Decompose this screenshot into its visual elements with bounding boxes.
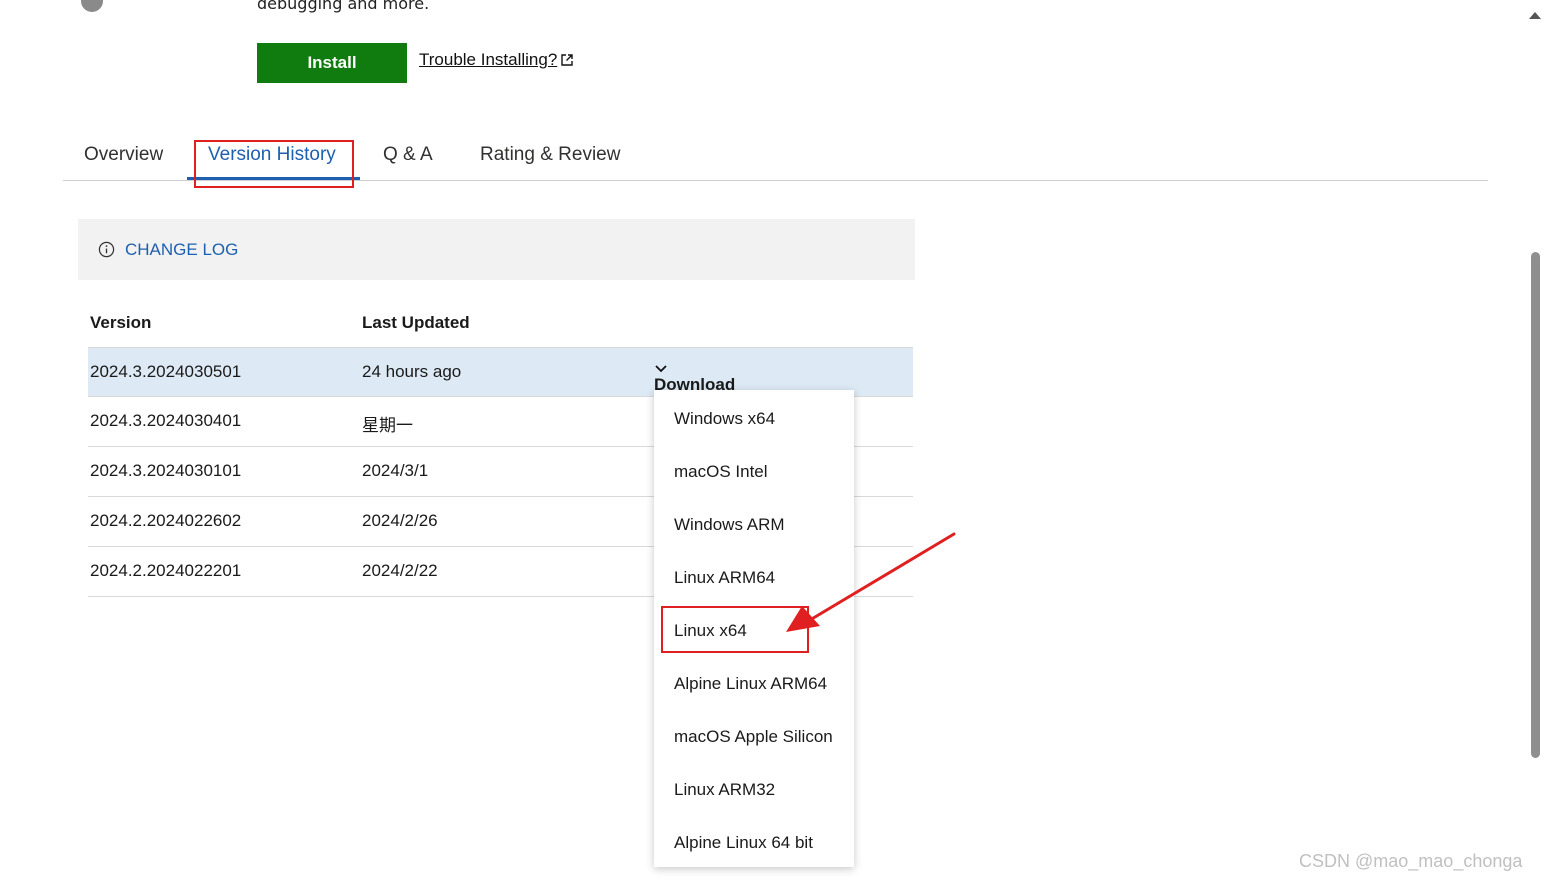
header-version: Version <box>90 313 152 332</box>
annotation-box-version-history <box>194 140 354 188</box>
extension-icon <box>81 0 103 12</box>
version-cell: 2024.2.2024022201 <box>90 561 242 580</box>
download-dropdown-button[interactable]: Download <box>654 361 735 394</box>
annotation-arrow <box>786 532 956 632</box>
tab-qa[interactable]: Q & A <box>383 144 433 166</box>
version-cell: 2024.3.2024030501 <box>90 362 242 381</box>
chevron-down-icon <box>655 365 667 373</box>
menu-item-macos-intel[interactable]: macOS Intel <box>654 445 854 498</box>
table-header: Version Last Updated <box>88 297 913 347</box>
version-cell: 2024.2.2024022602 <box>90 511 242 530</box>
updated-cell: 星期一 <box>362 416 413 435</box>
version-cell: 2024.3.2024030401 <box>90 411 242 430</box>
updated-cell: 2024/2/22 <box>362 561 438 580</box>
updated-cell: 2024/2/26 <box>362 511 438 530</box>
menu-item-macos-apple-silicon[interactable]: macOS Apple Silicon <box>654 710 854 763</box>
changelog-bar: CHANGE LOG <box>78 219 915 280</box>
header-last-updated: Last Updated <box>362 313 470 332</box>
menu-item-alpine-linux-arm64[interactable]: Alpine Linux ARM64 <box>654 657 854 710</box>
info-icon <box>98 241 115 258</box>
version-cell: 2024.3.2024030101 <box>90 461 242 480</box>
trouble-installing-link[interactable]: Trouble Installing? <box>419 50 573 70</box>
menu-item-windows-x64[interactable]: Windows x64 <box>654 392 854 445</box>
scroll-up-arrow-icon[interactable] <box>1529 12 1541 19</box>
trouble-installing-label: Trouble Installing? <box>419 50 558 69</box>
page: debugging and more. Install Trouble Inst… <box>0 0 1545 882</box>
description-text: debugging and more. <box>257 0 430 13</box>
changelog-link[interactable]: CHANGE LOG <box>125 240 238 260</box>
menu-item-alpine-linux-64bit[interactable]: Alpine Linux 64 bit <box>654 816 854 869</box>
scrollbar-thumb[interactable] <box>1531 252 1540 758</box>
tab-rating-review[interactable]: Rating & Review <box>480 144 620 166</box>
tab-overview[interactable]: Overview <box>84 144 163 166</box>
updated-cell: 24 hours ago <box>362 362 462 381</box>
menu-item-linux-arm32[interactable]: Linux ARM32 <box>654 763 854 816</box>
install-button[interactable]: Install <box>257 43 407 83</box>
updated-cell: 2024/3/1 <box>362 461 429 480</box>
watermark: CSDN @mao_mao_chonga <box>1299 851 1523 871</box>
external-link-icon <box>561 54 573 66</box>
